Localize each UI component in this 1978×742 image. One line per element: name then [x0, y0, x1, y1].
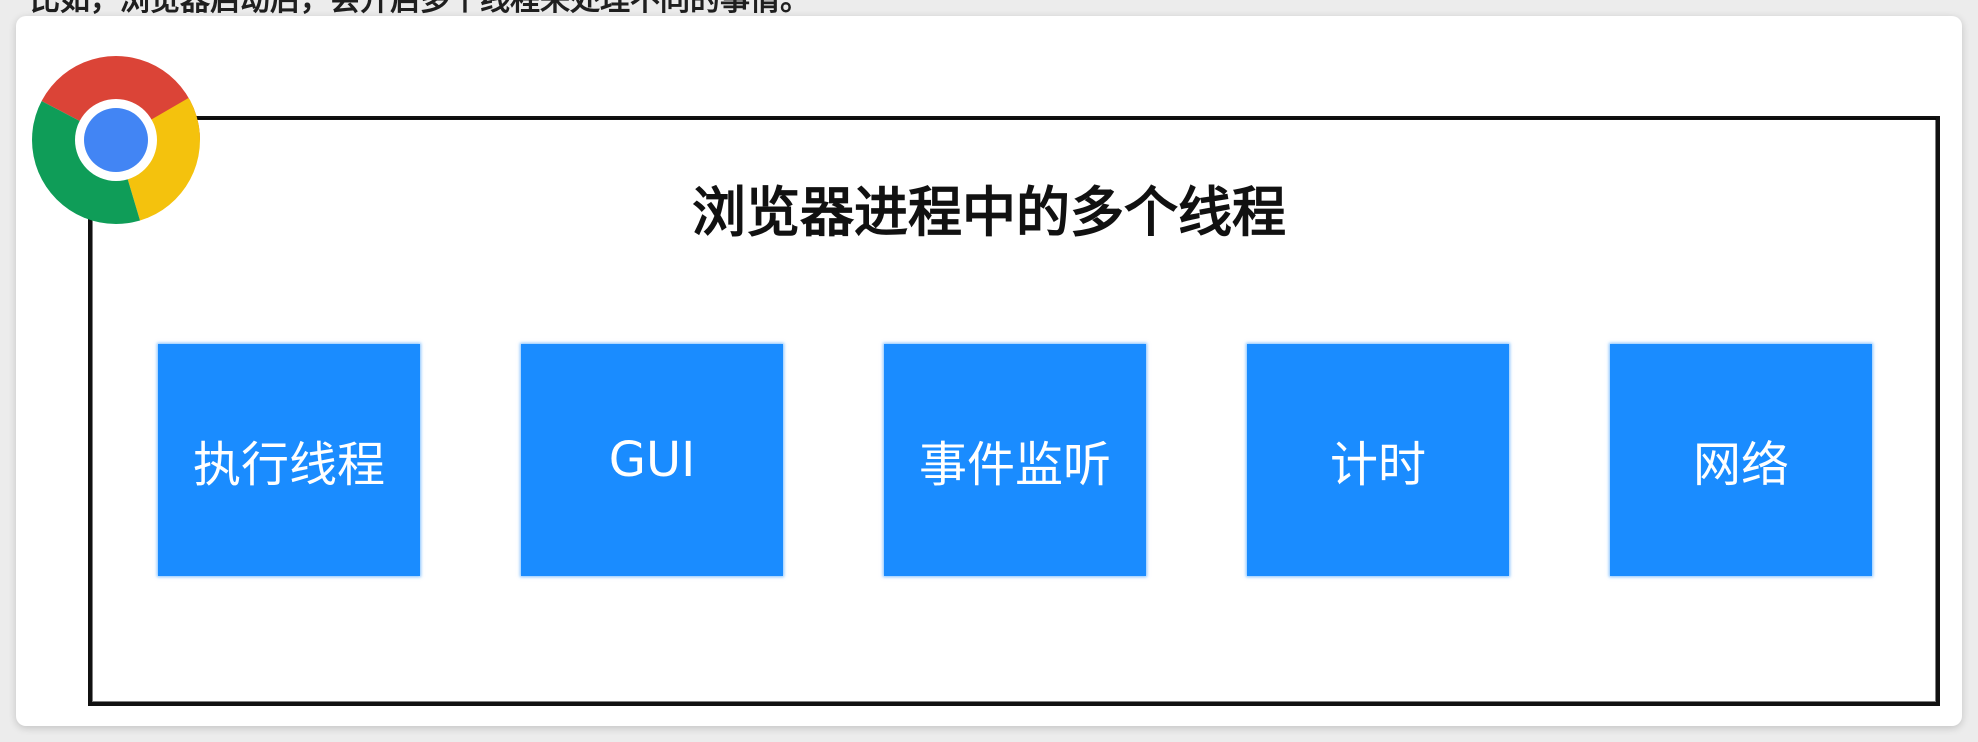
thread-box-execution: 执行线程 [158, 344, 420, 576]
intro-text: 比如，浏览器启动后，会开启多个线程来处理不同的事情。 [30, 0, 810, 18]
thread-label: GUI [608, 432, 696, 488]
thread-label: 事件监听 [918, 437, 1111, 493]
thread-box-gui: GUI [521, 344, 783, 576]
chrome-logo-icon [32, 56, 200, 224]
thread-box-network: 网络 [1610, 344, 1872, 576]
thread-label: 计时 [1329, 437, 1426, 493]
diagram-title: 浏览器进程中的多个线程 [692, 181, 1286, 244]
thread-box-timer: 计时 [1247, 344, 1509, 576]
thread-label: 执行线程 [192, 437, 385, 493]
thread-box-event-listener: 事件监听 [884, 344, 1146, 576]
thread-label: 网络 [1692, 437, 1789, 493]
